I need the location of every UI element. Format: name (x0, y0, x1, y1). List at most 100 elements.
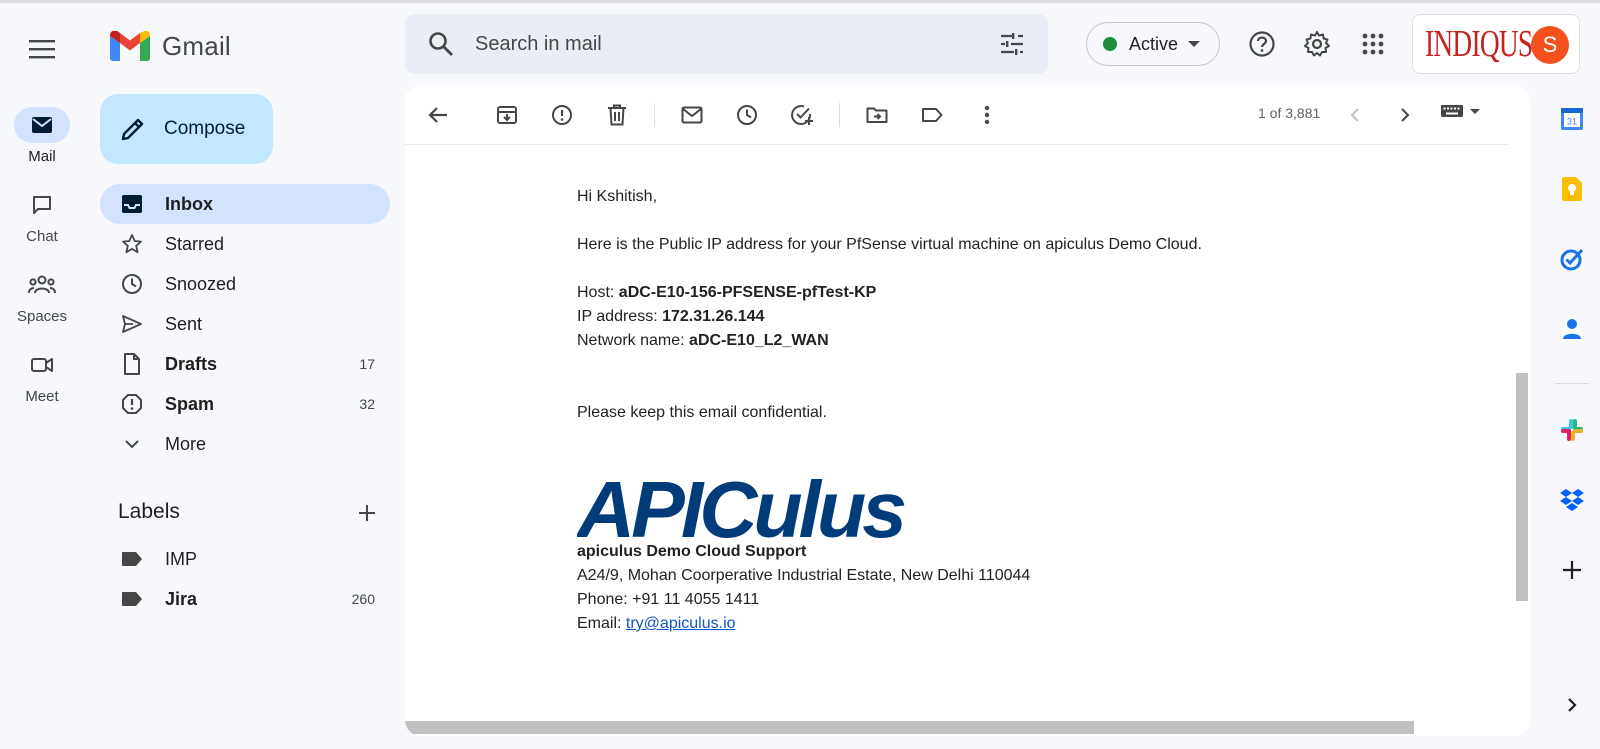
avatar[interactable]: S (1531, 26, 1569, 64)
support-button[interactable] (1242, 24, 1282, 64)
settings-button[interactable] (1297, 24, 1337, 64)
label-jira[interactable]: Jira 260 (100, 579, 390, 619)
report-icon (552, 105, 572, 125)
snooze-button[interactable] (727, 95, 767, 135)
unread-count: 32 (359, 396, 375, 412)
trash-icon (608, 104, 626, 126)
nav-starred[interactable]: Starred (100, 224, 390, 264)
horizontal-scrollbar-thumb[interactable] (405, 721, 1414, 734)
contacts-button[interactable] (1552, 309, 1592, 349)
email-host-line: Host: aDC-E10-156-PFSENSE-pfTest-KP (577, 281, 876, 305)
labels-button[interactable] (912, 95, 952, 135)
labels-heading: Labels (118, 500, 180, 523)
newer-button[interactable] (1335, 95, 1375, 135)
nav-spam[interactable]: Spam 32 (100, 384, 390, 424)
ip-label: IP address: (577, 308, 663, 325)
status-selector[interactable]: Active (1086, 22, 1220, 66)
show-side-panel-button[interactable] (1552, 685, 1592, 725)
nav-label: Jira (165, 588, 198, 609)
nav-label: Starred (165, 233, 225, 254)
label-imp[interactable]: IMP (100, 539, 390, 579)
star-icon (122, 234, 142, 254)
gmail-logo[interactable]: Gmail (110, 26, 231, 66)
report-spam-button[interactable] (542, 95, 582, 135)
older-button[interactable] (1385, 95, 1425, 135)
caret-down-icon (1470, 108, 1480, 114)
calendar-button[interactable]: 31 (1552, 99, 1592, 139)
create-label-button[interactable] (352, 498, 382, 528)
nav-inbox[interactable]: Inbox (100, 184, 390, 224)
rail-mail[interactable]: Mail (0, 107, 84, 165)
rail-chat[interactable]: Chat (0, 187, 84, 245)
nav-label: More (165, 433, 207, 454)
slack-addon-button[interactable] (1552, 410, 1592, 450)
search-input[interactable] (475, 24, 955, 64)
rail-meet[interactable]: Meet (0, 347, 84, 405)
delete-button[interactable] (597, 95, 637, 135)
tasks-button[interactable] (1552, 239, 1592, 279)
nav-drafts[interactable]: Drafts 17 (100, 344, 390, 384)
nav-label: IMP (165, 548, 198, 569)
host-value: aDC-E10-156-PFSENSE-pfTest-KP (618, 284, 877, 301)
message-toolbar: 1 of 3,881 (405, 85, 1508, 145)
input-tools-button[interactable] (1440, 103, 1480, 119)
label-icon (122, 552, 142, 566)
signature-name: apiculus Demo Cloud Support (577, 540, 806, 564)
keep-button[interactable] (1552, 169, 1592, 209)
account-area[interactable]: INDIQUS S (1412, 14, 1580, 74)
clock-icon (122, 274, 142, 294)
archive-button[interactable] (487, 95, 527, 135)
signature-address: A24/9, Mohan Coorperative Industrial Est… (577, 567, 1031, 584)
nav-sent[interactable]: Sent (100, 304, 390, 344)
side-panel-divider (1555, 383, 1589, 384)
draft-icon (124, 353, 140, 375)
signature-email: Email: try@apiculus.io (577, 612, 736, 636)
more-actions-button[interactable] (967, 95, 1007, 135)
main-menu-button[interactable] (22, 29, 62, 69)
email-link[interactable]: try@apiculus.io (626, 615, 736, 632)
vertical-scrollbar-thumb[interactable] (1516, 373, 1528, 601)
nav-snoozed[interactable]: Snoozed (100, 264, 390, 304)
compose-button[interactable]: Compose (100, 94, 273, 164)
pencil-icon (121, 118, 144, 141)
caret-down-icon (1188, 41, 1201, 47)
back-button[interactable] (418, 95, 458, 135)
email-network-line: Network name: aDC-E10_L2_WAN (577, 329, 829, 353)
more-vert-icon (984, 105, 990, 125)
network-value: aDC-E10_L2_WAN (689, 332, 829, 349)
app-rail: Mail Chat Spaces Meet (0, 3, 84, 749)
dropbox-addon-button[interactable] (1552, 480, 1592, 520)
contacts-icon (1563, 319, 1581, 339)
mail-icon (32, 117, 52, 133)
move-folder-icon (866, 107, 888, 123)
add-to-tasks-button[interactable] (782, 95, 822, 135)
side-panel: 31 (1545, 85, 1600, 745)
search-icon[interactable] (427, 30, 455, 58)
mark-unread-button[interactable] (672, 95, 712, 135)
status-dot (1103, 37, 1117, 51)
send-icon (122, 315, 142, 333)
unread-count: 17 (359, 356, 375, 372)
svg-text:31: 31 (1567, 117, 1577, 127)
signature-name-text: apiculus Demo Cloud Support (577, 543, 807, 560)
email-intro: Here is the Public IP address for your P… (577, 236, 1202, 253)
status-label: Active (1129, 33, 1179, 54)
apps-button[interactable] (1353, 24, 1393, 64)
search-options-icon[interactable] (998, 30, 1026, 58)
chevron-right-icon (1568, 698, 1577, 712)
nav-label: Drafts (165, 353, 218, 374)
spam-icon (122, 394, 142, 414)
get-addons-button[interactable] (1552, 550, 1592, 590)
nav-more[interactable]: More (100, 424, 390, 464)
rail-label: Mail (28, 148, 56, 165)
rail-spaces[interactable]: Spaces (0, 267, 84, 325)
move-to-button[interactable] (857, 95, 897, 135)
top-border (0, 0, 1600, 3)
tasks-icon (1560, 248, 1584, 271)
nav-label: Snoozed (165, 273, 237, 294)
archive-icon (497, 106, 517, 124)
plus-icon (1563, 561, 1581, 579)
meet-icon (31, 358, 53, 372)
ip-value: 172.31.26.144 (662, 308, 765, 325)
svg-text:APICulus: APICulus (577, 475, 905, 543)
